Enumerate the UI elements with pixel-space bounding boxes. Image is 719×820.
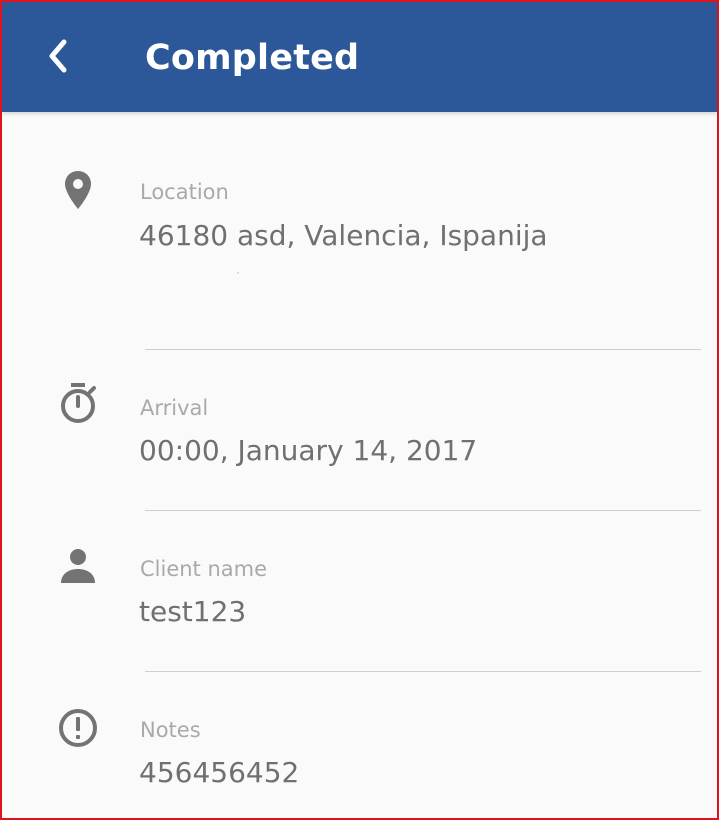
notes-label: Notes (140, 718, 201, 742)
client-label: Client name (140, 557, 268, 581)
alert-circle-icon (56, 706, 100, 750)
back-button[interactable] (32, 28, 82, 84)
arrival-label: Arrival (140, 396, 209, 420)
notes-value: 456456452 (139, 756, 300, 789)
location-value: 46180 asd, Valencia, Ispanija (139, 219, 548, 252)
divider (145, 671, 701, 672)
screen: Completed Location 46180 asd, Valencia, … (0, 0, 719, 820)
page-title: Completed (145, 38, 360, 78)
speck (237, 272, 239, 274)
stopwatch-icon (56, 382, 100, 426)
client-value: test123 (139, 595, 247, 628)
location-pin-icon (56, 168, 100, 212)
chevron-left-icon (49, 39, 67, 73)
app-bar: Completed (2, 2, 717, 112)
arrival-value: 00:00, January 14, 2017 (139, 434, 478, 467)
person-icon (56, 544, 100, 588)
divider (145, 510, 701, 511)
divider (145, 349, 701, 350)
location-label: Location (140, 180, 229, 204)
